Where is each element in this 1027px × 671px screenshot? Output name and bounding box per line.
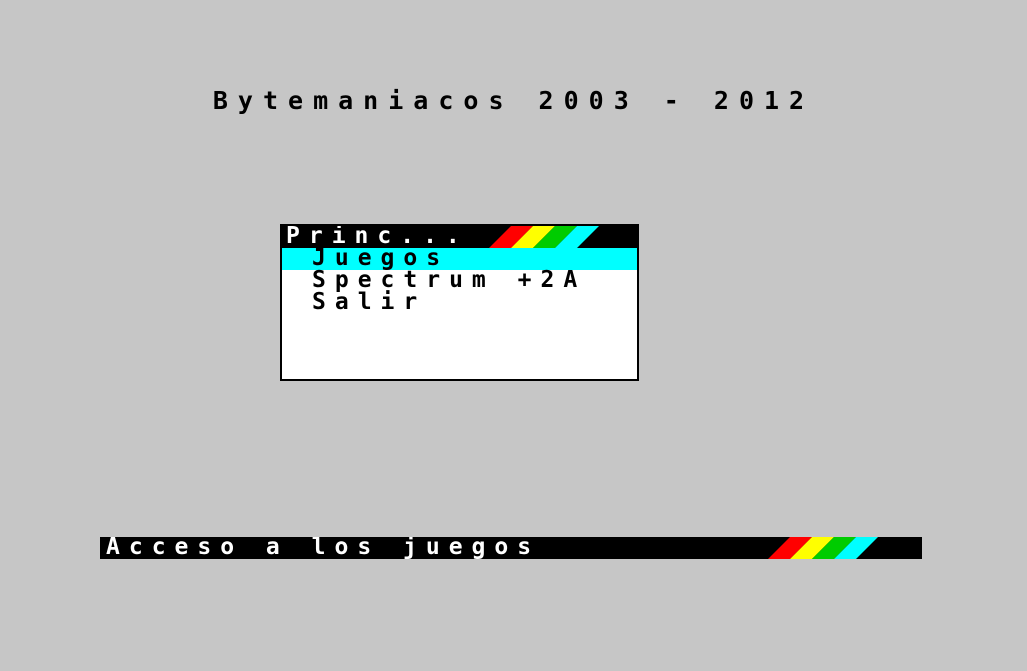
menu-item-label: Salir bbox=[312, 289, 427, 315]
status-bar: Acceso a los juegos bbox=[100, 537, 922, 559]
menu-item-list: Juegos Spectrum +2A Salir bbox=[282, 245, 637, 315]
banner-title: Bytemaniacos 2003 - 2012 bbox=[212, 86, 815, 115]
main-menu-window: Princ... Juegos Spectrum +2A Salir bbox=[280, 224, 639, 381]
status-text: Acceso a los juegos bbox=[106, 537, 541, 559]
spectrum-rainbow-stripes-icon bbox=[489, 226, 599, 248]
menu-item-salir[interactable]: Salir bbox=[282, 289, 637, 315]
spectrum-rainbow-stripes-icon bbox=[768, 537, 878, 559]
